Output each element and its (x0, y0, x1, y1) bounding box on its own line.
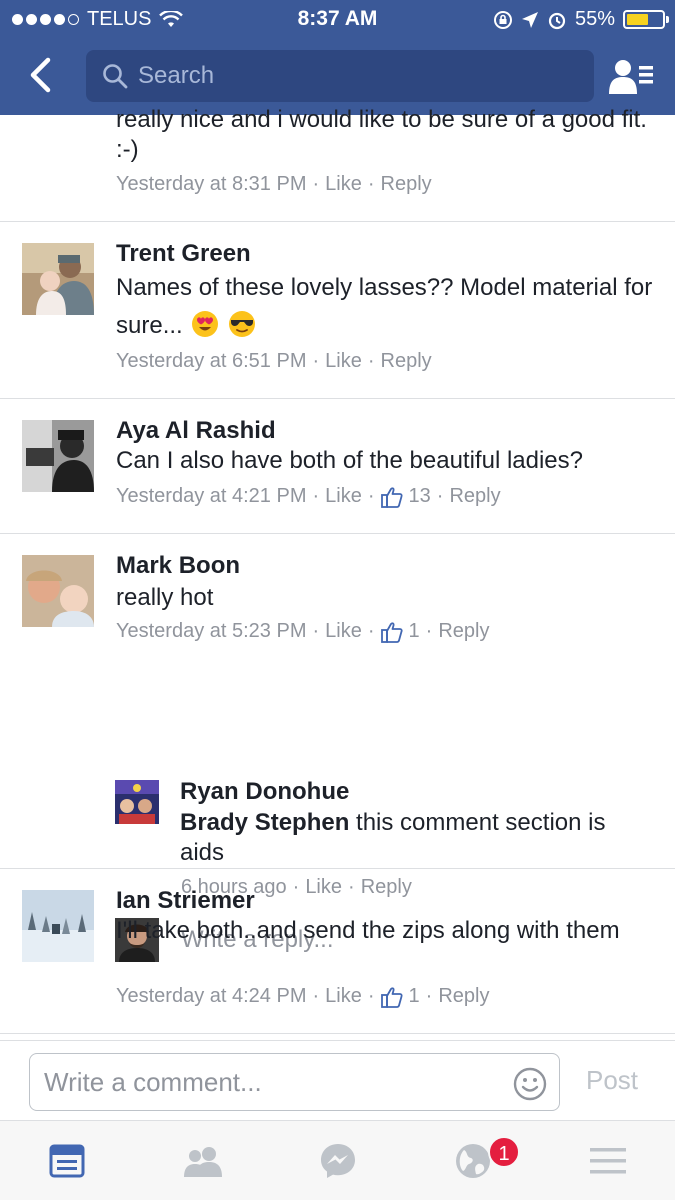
comment-input[interactable]: Write a comment... (29, 1053, 560, 1111)
friend-requests-icon (609, 60, 653, 94)
comment-text: really hot (116, 584, 214, 611)
reply-link[interactable]: Reply (438, 985, 489, 1008)
messenger-icon (321, 1144, 355, 1178)
search-icon (103, 64, 128, 89)
comment-composer: Write a comment... Post (0, 1040, 675, 1120)
search-placeholder: Search (138, 62, 215, 89)
commenter-name[interactable]: Mark Boon (116, 552, 240, 580)
comment-item: Ian Striemer I'll take both..and send th… (0, 869, 675, 1033)
like-link[interactable]: Like (325, 620, 362, 643)
news-feed-icon (49, 1144, 85, 1178)
comment-timestamp: Yesterday at 5:23 PM (116, 620, 307, 642)
comment-meta: Yesterday at 4:24 PM · Like · 1 · Reply (116, 985, 490, 1008)
comment-meta: Yesterday at 4:21 PM · Like · 13 · Reply (116, 485, 501, 508)
thumbs-up-icon (380, 986, 403, 1008)
tab-more[interactable] (586, 1139, 630, 1183)
comment-item: really nice and i would like to be sure … (0, 106, 675, 221)
notification-badge: 1 (488, 1136, 520, 1168)
like-link[interactable]: Like (325, 173, 362, 196)
comment-input-placeholder: Write a comment... (44, 1066, 262, 1097)
comment-timestamp: Yesterday at 4:21 PM (116, 485, 307, 507)
commenter-name[interactable]: Aya Al Rashid (116, 417, 276, 445)
thumbs-up-icon (380, 486, 403, 508)
alarm-icon (548, 12, 566, 29)
globe-icon (456, 1144, 490, 1178)
comment-meta: Yesterday at 6:51 PM · Like · Reply (116, 350, 432, 373)
like-link[interactable]: Like (325, 985, 362, 1008)
comment-item: Trent Green Names of these lovely lasses… (0, 222, 675, 398)
avatar[interactable] (115, 780, 159, 824)
divider (0, 1033, 675, 1034)
avatar[interactable] (22, 890, 94, 962)
comment-timestamp: Yesterday at 4:24 PM (116, 985, 307, 1007)
comment-text: I'll take both..and send the zips along … (116, 917, 620, 944)
reply-text-wrap: Brady Stephen this comment section is ai… (180, 808, 655, 868)
comment-item: Aya Al Rashid Can I also have both of th… (0, 399, 675, 533)
comment-item: Mark Boon really hot Yesterday at 5:23 P… (0, 534, 675, 962)
mention-link[interactable]: Brady Stephen (180, 809, 349, 836)
emoji-picker-icon[interactable] (513, 1067, 547, 1101)
comment-timestamp: Yesterday at 6:51 PM (116, 350, 307, 372)
tab-messenger[interactable] (316, 1139, 360, 1183)
like-count[interactable]: 13 (380, 485, 431, 508)
reply-link[interactable]: Reply (381, 173, 432, 196)
commenter-name[interactable]: Trent Green (116, 240, 251, 268)
sunglasses-emoji-icon (229, 311, 256, 337)
battery-icon (623, 10, 669, 29)
heart-eyes-emoji-icon (192, 311, 219, 337)
like-count[interactable]: 1 (380, 985, 420, 1008)
like-count-value: 13 (408, 485, 431, 507)
comment-meta: Yesterday at 8:31 PM · Like · Reply (116, 173, 432, 196)
comment-text: really nice and i would like to be sure … (116, 106, 647, 163)
like-count[interactable]: 1 (380, 620, 420, 643)
replier-name[interactable]: Ryan Donohue (180, 778, 349, 806)
reply-link[interactable]: Reply (381, 350, 432, 373)
reply-link[interactable]: Reply (449, 485, 500, 508)
comment-text: Can I also have both of the beautiful la… (116, 447, 583, 474)
status-bar: TELUS 8:37 AM 55% (0, 0, 675, 38)
menu-icon (590, 1148, 626, 1174)
friends-icon (184, 1147, 222, 1177)
avatar[interactable] (22, 243, 94, 315)
tab-friends[interactable] (181, 1139, 225, 1183)
thumbs-up-icon (380, 621, 403, 643)
tab-news-feed[interactable] (45, 1139, 89, 1183)
like-link[interactable]: Like (325, 350, 362, 373)
avatar[interactable] (22, 555, 94, 627)
friend-requests-button[interactable] (606, 54, 658, 98)
back-button[interactable] (20, 52, 60, 98)
post-button[interactable]: Post (586, 1065, 638, 1096)
top-header: TELUS 8:37 AM 55% Search (0, 0, 675, 115)
battery-percent: 55% (574, 8, 615, 30)
search-input[interactable]: Search (86, 50, 594, 102)
location-icon (521, 11, 538, 28)
commenter-name[interactable]: Ian Striemer (116, 887, 255, 915)
comment-text-wrap: Names of these lovely lasses?? Model mat… (116, 269, 656, 345)
chevron-left-icon (30, 57, 51, 93)
like-count-value: 1 (408, 620, 420, 642)
like-count-value: 1 (408, 985, 420, 1007)
status-right: 55% (493, 8, 669, 31)
comment-meta: Yesterday at 5:23 PM · Like · 1 · Reply (116, 620, 490, 643)
reply-link[interactable]: Reply (438, 620, 489, 643)
rotation-lock-icon (493, 10, 512, 29)
comment-timestamp: Yesterday at 8:31 PM (116, 173, 307, 195)
avatar[interactable] (22, 420, 94, 492)
like-link[interactable]: Like (325, 485, 362, 508)
tab-bar: 1 (0, 1120, 675, 1200)
